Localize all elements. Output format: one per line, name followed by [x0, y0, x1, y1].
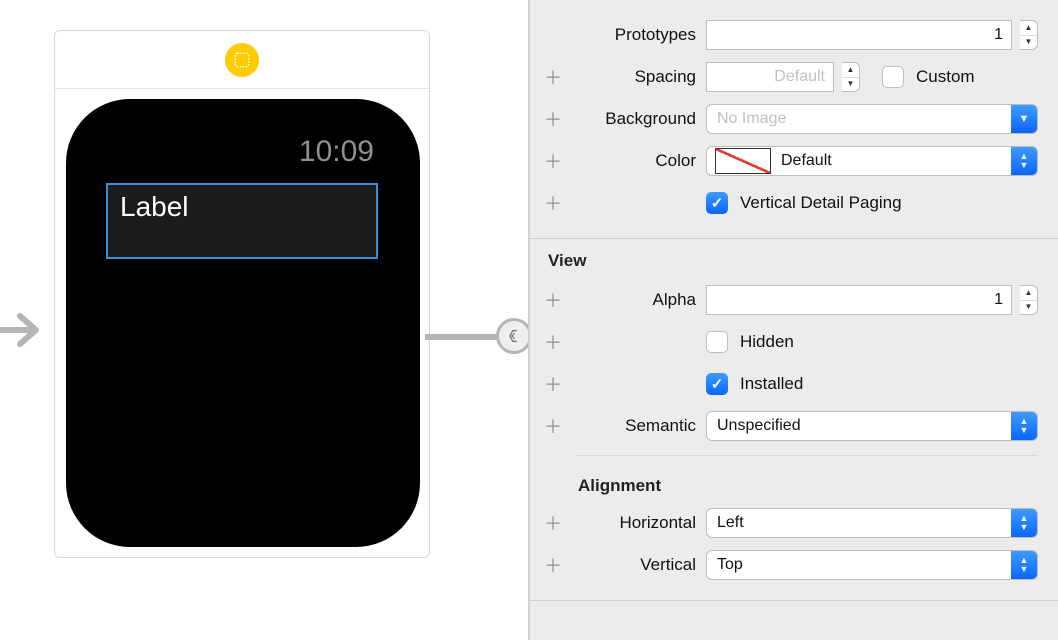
color-label: Color	[576, 151, 706, 171]
hidden-checkbox[interactable]	[706, 331, 728, 353]
vertical-select[interactable]: Top ▲▼	[706, 550, 1038, 580]
horizontal-label: Horizontal	[576, 513, 706, 533]
semantic-label: Semantic	[576, 416, 706, 436]
alpha-label: Alpha	[576, 290, 706, 310]
installed-checkbox[interactable]	[706, 373, 728, 395]
spacing-label: Spacing	[576, 67, 706, 87]
watch-face: 10:09 Label	[66, 99, 420, 547]
background-select[interactable]: No Image ▼	[706, 104, 1038, 134]
plus-icon[interactable]: ＋	[530, 106, 576, 132]
updown-icon: ▲▼	[1011, 412, 1037, 440]
vertical-detail-paging-label: Vertical Detail Paging	[740, 193, 902, 213]
prototypes-field[interactable]	[706, 20, 1012, 50]
vertical-detail-paging-checkbox[interactable]	[706, 192, 728, 214]
watch-scene-card[interactable]: 10:09 Label	[54, 30, 430, 558]
plus-icon[interactable]: ＋	[530, 371, 576, 397]
plus-icon[interactable]: ＋	[530, 148, 576, 174]
stepper-up-icon[interactable]: ▲	[842, 63, 859, 78]
plus-icon[interactable]: ＋	[530, 510, 576, 536]
vertical-label: Vertical	[576, 555, 706, 575]
stepper-up-icon[interactable]: ▲	[1020, 286, 1037, 301]
color-select[interactable]: Default ▲▼	[706, 146, 1038, 176]
plus-icon[interactable]: ＋	[530, 329, 576, 355]
spacing-field[interactable]	[706, 62, 834, 92]
interface-controller-icon	[225, 43, 259, 77]
custom-checkbox[interactable]	[882, 66, 904, 88]
prototypes-stepper[interactable]: ▲▼	[1020, 20, 1038, 50]
horizontal-select[interactable]: Left ▲▼	[706, 508, 1038, 538]
updown-icon: ▲▼	[1011, 509, 1037, 537]
storyboard-canvas: 10:09 Label	[0, 0, 528, 640]
color-well[interactable]	[715, 148, 771, 174]
stepper-up-icon[interactable]: ▲	[1020, 21, 1037, 36]
alpha-field[interactable]	[706, 285, 1012, 315]
scene-titlebar[interactable]	[55, 31, 429, 89]
chevron-down-icon: ▼	[1011, 105, 1037, 133]
semantic-select[interactable]: Unspecified ▲▼	[706, 411, 1038, 441]
installed-label: Installed	[740, 374, 803, 394]
view-section-header: View	[530, 239, 1058, 279]
alpha-stepper[interactable]: ▲▼	[1020, 285, 1038, 315]
spacing-stepper[interactable]: ▲▼	[842, 62, 860, 92]
watch-shell: 10:09 Label	[55, 89, 430, 557]
stepper-down-icon[interactable]: ▼	[1020, 301, 1037, 315]
plus-icon[interactable]: ＋	[530, 413, 576, 439]
plus-icon[interactable]: ＋	[530, 287, 576, 313]
plus-icon[interactable]: ＋	[530, 190, 576, 216]
plus-icon[interactable]: ＋	[530, 64, 576, 90]
stepper-down-icon[interactable]: ▼	[1020, 36, 1037, 50]
entry-arrow-icon	[0, 310, 52, 350]
custom-label: Custom	[916, 67, 975, 87]
alignment-section-header: Alignment	[530, 464, 1058, 502]
updown-icon: ▲▼	[1011, 551, 1037, 579]
segue-port-icon[interactable]	[496, 318, 532, 354]
stepper-down-icon[interactable]: ▼	[842, 78, 859, 92]
plus-icon[interactable]: ＋	[530, 552, 576, 578]
prototypes-label: Prototypes	[576, 25, 706, 45]
wk-label[interactable]: Label	[106, 183, 378, 259]
updown-icon: ▲▼	[1011, 147, 1037, 175]
attributes-inspector: Prototypes ▲▼ ＋ Spacing ▲▼ Custom ＋ Back…	[528, 0, 1058, 640]
hidden-label: Hidden	[740, 332, 794, 352]
background-label: Background	[576, 109, 706, 129]
watch-clock: 10:09	[299, 135, 374, 169]
